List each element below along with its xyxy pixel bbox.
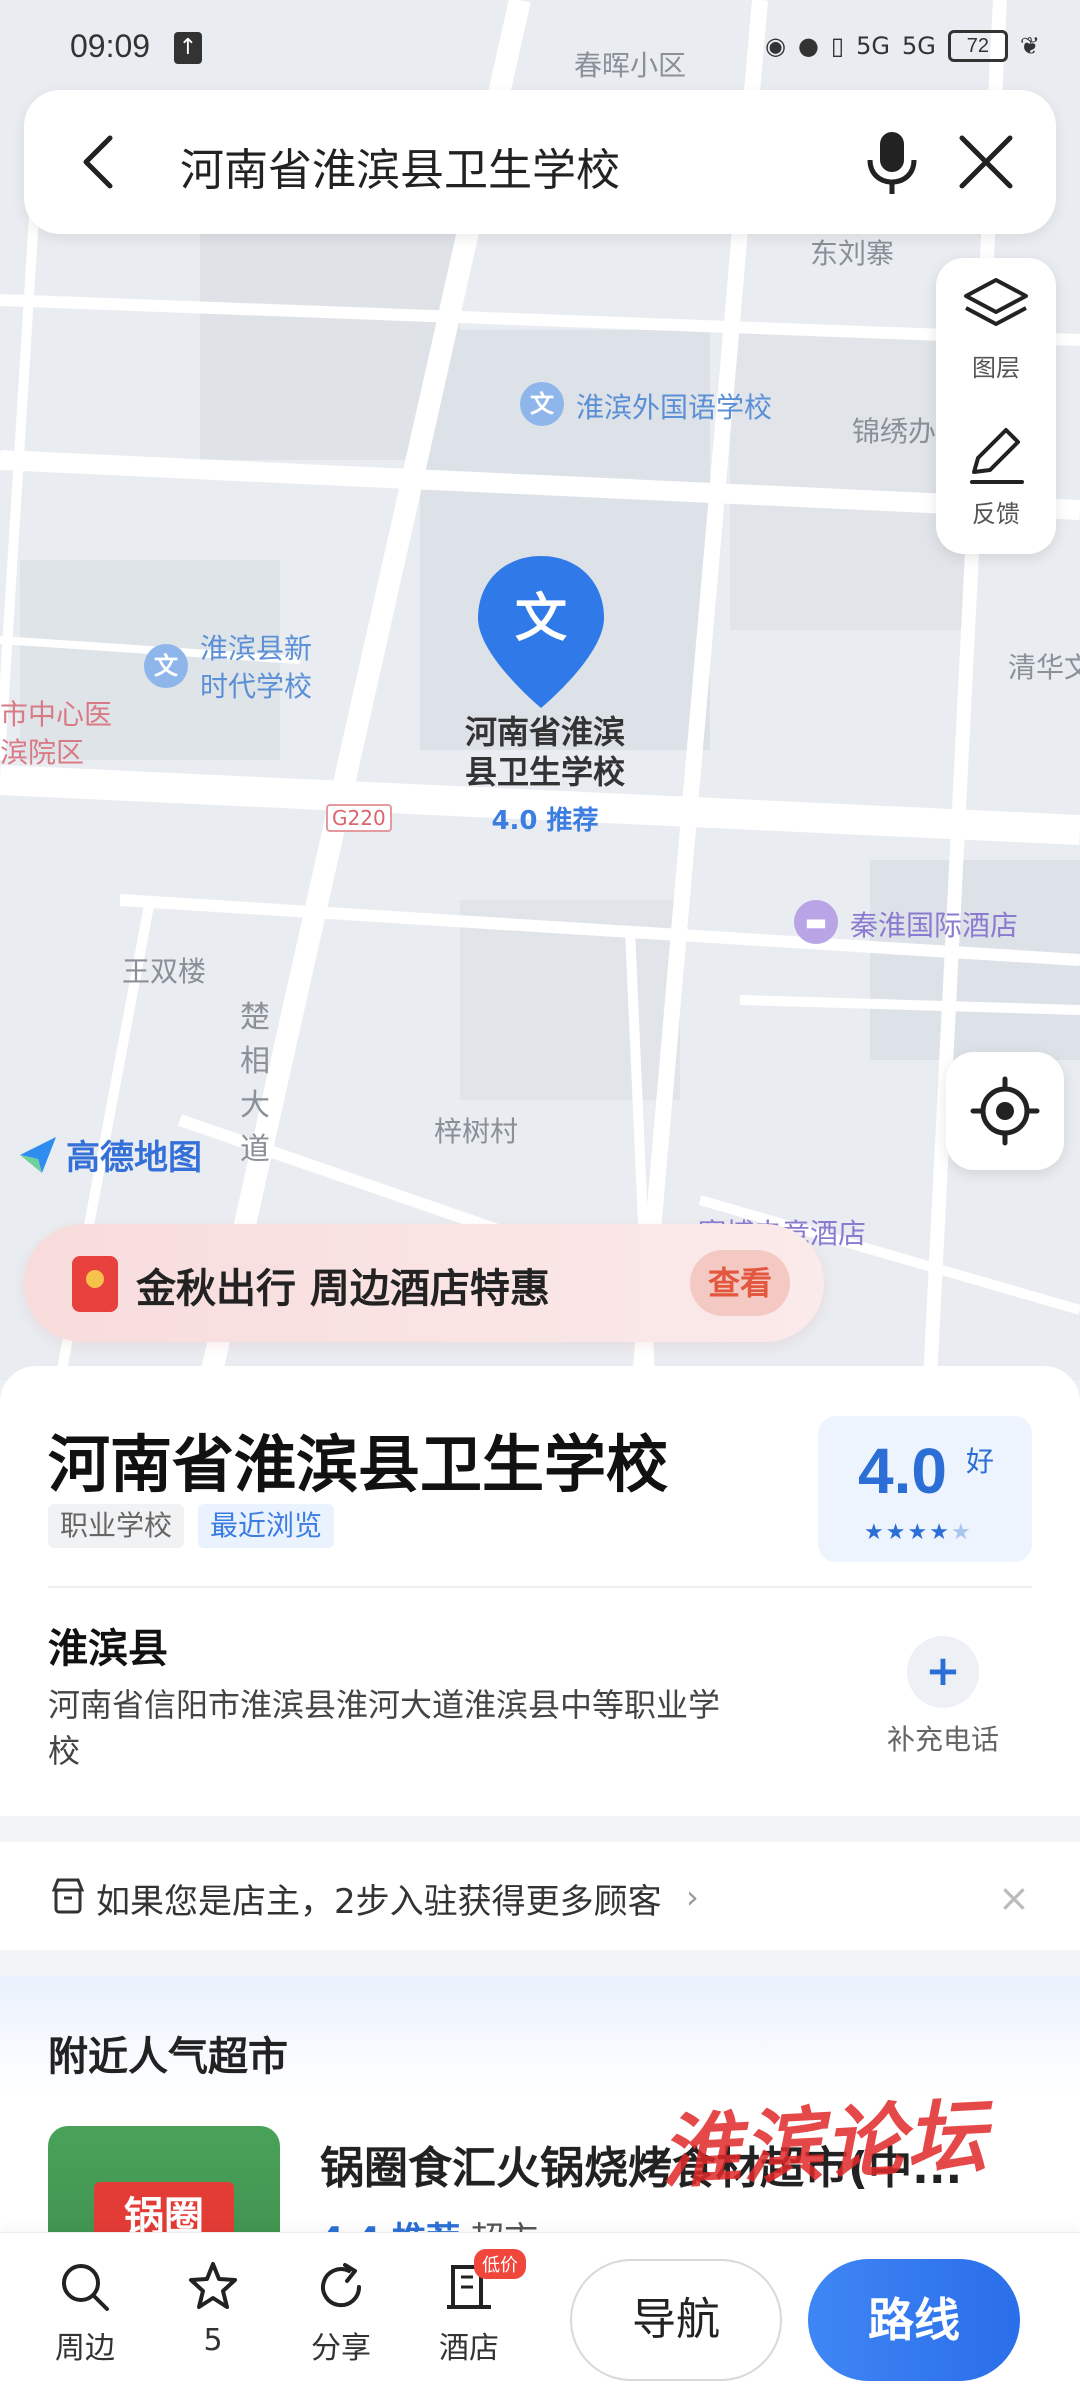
map-label-wangshuanglou: 王双楼 xyxy=(122,955,207,988)
search-input[interactable]: 河南省淮滨县卫生学校 xyxy=(180,134,620,198)
section-gap xyxy=(0,1816,1080,1842)
route-button[interactable]: 路线 xyxy=(808,2259,1020,2381)
favorite-count: 5 xyxy=(203,2323,223,2358)
map-label-jinxiu: 锦绣办 xyxy=(852,415,937,448)
star-icon xyxy=(189,2262,237,2309)
promo-text: 金秋出行 周边酒店特惠 xyxy=(136,1266,550,1312)
hotel-poi-icon[interactable]: ▬ xyxy=(794,900,838,944)
layers-button[interactable]: 图层 xyxy=(936,258,1056,398)
promo-view-button[interactable]: 查看 xyxy=(690,1250,790,1316)
shop-icon xyxy=(51,1878,85,1914)
pin-rating: 4.0 推荐 xyxy=(491,806,599,836)
road-shield-g220: G220 xyxy=(326,804,392,832)
school-poi-icon[interactable]: 文 xyxy=(520,382,564,426)
feedback-label: 反馈 xyxy=(972,500,1020,528)
map-label-qinhuai-hotel[interactable]: 秦淮国际酒店 xyxy=(850,904,1018,944)
star-icon: ★ xyxy=(885,1520,908,1545)
microphone-icon[interactable] xyxy=(854,124,930,200)
layers-icon xyxy=(964,278,1028,326)
plus-icon: + xyxy=(907,1636,979,1708)
chevron-right-icon: › xyxy=(686,1878,699,1916)
pin-glyph: 文 xyxy=(515,589,567,649)
place-name: 河南省淮滨县卫生学校 xyxy=(48,1428,669,1501)
battery-icon: 72 xyxy=(947,30,1008,62)
share-button[interactable]: 分享 xyxy=(286,2259,396,2367)
status-bar: 09:09 ↑ ◉ ● ▯ 5G 5G 72 ❦ xyxy=(0,0,1080,90)
close-icon[interactable] xyxy=(948,124,1024,200)
rating-box[interactable]: 4.0 好 ★★★★★ xyxy=(818,1416,1032,1562)
amap-logo-text: 高德地图 xyxy=(66,1138,202,1178)
navigate-button[interactable]: 导航 xyxy=(570,2259,782,2381)
selected-location-pin-icon[interactable]: 文 xyxy=(474,552,608,712)
map-label-dongliuzhai: 东刘寨 xyxy=(810,237,895,270)
eye-icon: ◉ xyxy=(765,32,786,60)
around-label: 周边 xyxy=(55,2331,115,2366)
rating-word: 好 xyxy=(966,1445,995,1478)
upload-icon: ↑ xyxy=(174,32,202,64)
amap-arrow-icon xyxy=(20,1136,56,1173)
share-label: 分享 xyxy=(311,2331,371,2366)
edit-pencil-icon xyxy=(970,428,1024,484)
red-envelope-icon xyxy=(72,1256,118,1312)
feedback-button[interactable]: 反馈 xyxy=(936,404,1056,544)
nearby-title: 附近人气超市 xyxy=(48,2034,288,2080)
rating-stars: ★★★★★ xyxy=(864,1520,973,1545)
section-gap xyxy=(0,1950,1080,1976)
layers-label: 图层 xyxy=(972,354,1020,382)
hotel-label: 酒店 xyxy=(439,2331,499,2366)
signal-icon: 5G xyxy=(856,32,891,60)
status-icons: ◉ ● ▯ 5G 5G 72 ❦ xyxy=(765,30,1040,62)
school-poi-icon[interactable]: 文 xyxy=(144,644,188,688)
category-tag: 职业学校 xyxy=(48,1504,185,1548)
map-label-qinghua: 清华文 xyxy=(1008,651,1080,684)
add-phone-button[interactable]: + 补充电话 xyxy=(880,1636,1006,1758)
map-label-center-hospital[interactable]: 市中心医 滨院区 xyxy=(0,696,112,772)
owner-claim-row[interactable]: 如果您是店主，2步入驻获得更多顾客 › × xyxy=(0,1842,1080,1950)
rating-value: 4.0 xyxy=(858,1435,947,1507)
hotel-button[interactable]: 低价 酒店 xyxy=(414,2249,526,2367)
district-name: 淮滨县 xyxy=(48,1626,168,1672)
search-bar[interactable]: 河南省淮滨县卫生学校 xyxy=(24,90,1056,234)
add-phone-label: 补充电话 xyxy=(886,1723,999,1756)
vibrate-icon: ▯ xyxy=(830,32,845,60)
favorite-button[interactable]: 5 xyxy=(158,2259,268,2358)
close-icon[interactable]: × xyxy=(998,1876,1030,1920)
crosshair-icon xyxy=(970,1076,1040,1146)
around-button[interactable]: 周边 xyxy=(30,2259,140,2367)
forum-watermark: 淮滨论坛 xyxy=(658,2088,991,2200)
map-tool-panel: 图层 反馈 xyxy=(936,258,1056,554)
leaf-icon: ❦ xyxy=(1019,32,1040,60)
search-icon xyxy=(62,2264,109,2311)
map-label-chuxiang-road: 楚 相 大 道 xyxy=(240,1000,270,1167)
locate-me-button[interactable] xyxy=(946,1052,1064,1170)
recent-tag: 最近浏览 xyxy=(198,1504,335,1548)
promo-banner[interactable]: 金秋出行 周边酒店特惠 查看 xyxy=(24,1224,824,1342)
address-text: 河南省信阳市淮滨县淮河大道淮滨县中等职业学校 xyxy=(48,1686,721,1770)
map-label-zishu: 梓树村 xyxy=(434,1115,519,1148)
location-icon: ● xyxy=(797,32,819,60)
amap-logo: 高德地图 xyxy=(16,1130,202,1179)
star-icon: ★ xyxy=(864,1520,886,1545)
star-icon: ★ xyxy=(907,1520,930,1545)
low-price-badge: 低价 xyxy=(474,2249,526,2279)
owner-claim-text: 如果您是店主，2步入驻获得更多顾客 xyxy=(96,1882,662,1922)
status-time: 09:09 xyxy=(70,28,151,64)
star-icon: ★ xyxy=(929,1520,951,1545)
star-icon: ★ xyxy=(950,1520,973,1545)
pin-label[interactable]: 河南省淮滨 县卫生学校 xyxy=(420,712,670,792)
bottom-action-bar: 周边 5 分享 低价 酒店 导航 路线 xyxy=(0,2232,1080,2400)
back-arrow-icon[interactable] xyxy=(64,126,136,198)
map-label-waiguoyu[interactable]: 淮滨外国语学校 xyxy=(576,386,772,426)
share-icon xyxy=(321,2263,362,2308)
map-label-xinshidai[interactable]: 淮滨县新 时代学校 xyxy=(200,630,312,706)
signal-icon: 5G xyxy=(902,32,936,60)
divider xyxy=(48,1586,1032,1588)
